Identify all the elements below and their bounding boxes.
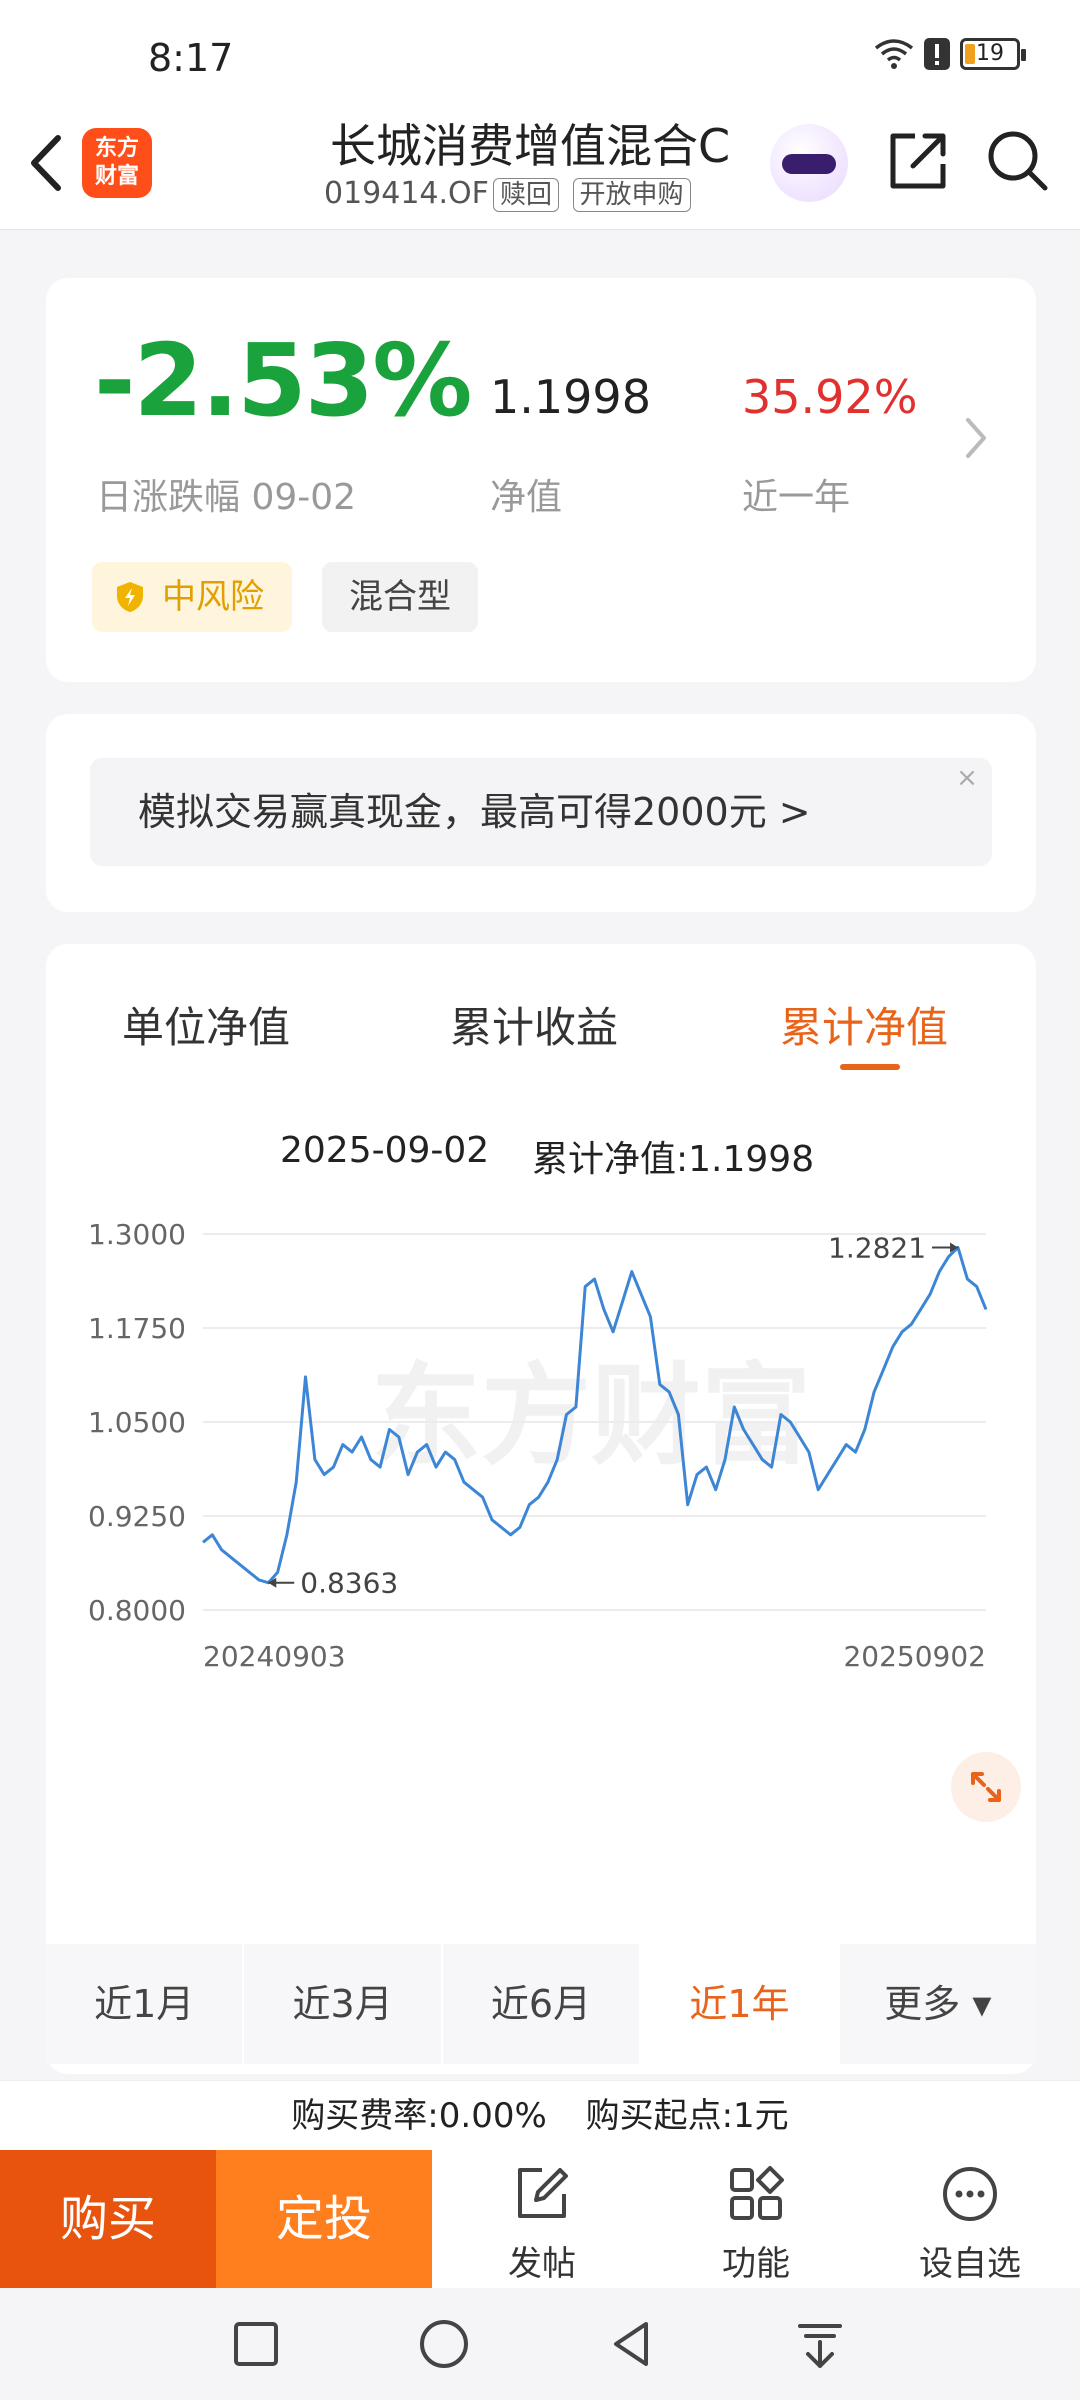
wifi-icon [874,39,914,69]
status-bar: 8:17 19 [0,0,1080,110]
assistant-robot-icon[interactable] [770,124,848,202]
tab-active-indicator [840,1064,900,1070]
buy-button[interactable]: 购买 [0,2150,216,2288]
period-selector: 近1月 近3月 近6月 近1年 更多 ▾ [46,1944,1036,2064]
y-tick-label: 1.0500 [88,1406,186,1439]
fund-code-row: 019414.OF 赎回 开放申购 [324,176,691,212]
tab-cumulative-return[interactable]: 累计收益 [450,994,618,1055]
min-value-label: 0.8363 [300,1567,398,1600]
promo-text: 模拟交易赢真现金，最高可得2000元 > [138,790,811,834]
open-subscribe-tag: 开放申购 [572,178,691,212]
expand-icon [971,1772,1001,1802]
system-nav-bar [0,2288,1080,2400]
add-watchlist-button[interactable]: 设自选 [870,2150,1070,2288]
fee-bar: 购买费率:0.00% 购买起点:1元 [0,2080,1080,2150]
purchase-fee-rate: 购买费率:0.00% [291,2096,547,2136]
fund-code: 019414.OF [324,176,489,211]
search-icon[interactable] [985,128,1051,194]
chevron-right-icon[interactable] [956,408,996,468]
tab-cumulative-nav[interactable]: 累计净值 [780,994,948,1055]
y-tick-label: 1.1750 [88,1312,186,1345]
period-1y[interactable]: 近1年 [641,1944,840,2064]
x-start-label: 20240903 [203,1640,346,1673]
header: 东方 财富 长城消费增值混合C 019414.OF 赎回 开放申购 [0,110,1080,230]
redeem-tag: 赎回 [492,178,559,212]
status-icons: 19 [874,38,1026,70]
back-icon[interactable] [22,128,72,198]
menu-down-icon[interactable] [792,2316,848,2372]
daily-change-label: 日涨跌幅 09-02 [96,477,357,518]
app-logo: 东方 财富 [82,128,152,198]
y-tick-label: 0.8000 [88,1594,186,1627]
chart-card: 单位净值 累计收益 累计净值 2025-09-02 累计净值:1.1998 东方… [46,944,1036,2074]
risk-label: 中风险 [162,577,264,617]
period-3m[interactable]: 近3月 [244,1944,443,2064]
logo-line1: 东方 [94,136,139,161]
tooltip-date: 2025-09-02 [280,1130,490,1171]
more-dots-icon [943,2167,997,2221]
features-button[interactable]: 功能 [656,2150,856,2288]
battery-icon: 19 [960,38,1026,70]
max-value-label: 1.2821 [828,1231,926,1264]
daily-change: -2.53% [94,322,472,439]
home-icon[interactable] [416,2316,472,2372]
fund-type-badge: 混合型 [322,562,478,632]
nav-label: 净值 [490,477,563,518]
y-tick-label: 0.9250 [88,1500,186,1533]
x-end-label: 20250902 [843,1640,986,1673]
promo-banner[interactable]: 模拟交易赢真现金，最高可得2000元 > × [90,758,992,866]
edit-icon [518,2168,568,2218]
alert-icon [924,38,950,70]
tab-unit-nav[interactable]: 单位净值 [122,994,290,1055]
close-icon[interactable]: × [942,758,992,808]
logo-line2: 财富 [94,164,139,189]
nav-value: 1.1998 [490,370,651,424]
status-time: 8:17 [148,36,234,80]
chart-tabs: 单位净值 累计收益 累计净值 [46,994,1036,1084]
tooltip-value: 累计净值:1.1998 [532,1139,815,1180]
shield-icon [117,582,143,612]
auto-invest-button[interactable]: 定投 [216,2150,432,2288]
year-return-label: 近一年 [742,477,851,518]
post-label: 发帖 [508,2244,576,2284]
risk-badge: 中风险 [92,562,292,632]
chart-watermark: 东方财富 [371,1352,811,1480]
watchlist-label: 设自选 [919,2244,1021,2284]
action-bar: 购买 定投 发帖 功能 设自选 [0,2150,1080,2288]
y-tick-label: 1.3000 [88,1218,186,1251]
nav-line-chart[interactable]: 东方财富 1.3000 1.1750 1.0500 0.9250 0.8000 202409… [46,1204,1036,1844]
fund-title: 长城消费增值混合C [330,119,731,173]
promo-card: 模拟交易赢真现金，最高可得2000元 > × [46,714,1036,912]
year-return: 35.92% [742,370,918,424]
grid-icon [730,2166,784,2220]
expand-chart-button[interactable] [951,1752,1021,1822]
period-1m[interactable]: 近1月 [46,1944,245,2064]
share-icon[interactable] [885,128,951,194]
post-button[interactable]: 发帖 [442,2150,642,2288]
recents-icon[interactable] [228,2316,284,2372]
summary-card[interactable]: -2.53% 日涨跌幅 09-02 1.1998 净值 35.92% 近一年 中… [46,278,1036,682]
purchase-minimum: 购买起点:1元 [585,2096,789,2136]
period-more[interactable]: 更多 ▾ [840,1944,1036,2064]
period-6m[interactable]: 近6月 [443,1944,642,2064]
back-nav-icon[interactable] [604,2316,660,2372]
features-label: 功能 [722,2244,790,2284]
